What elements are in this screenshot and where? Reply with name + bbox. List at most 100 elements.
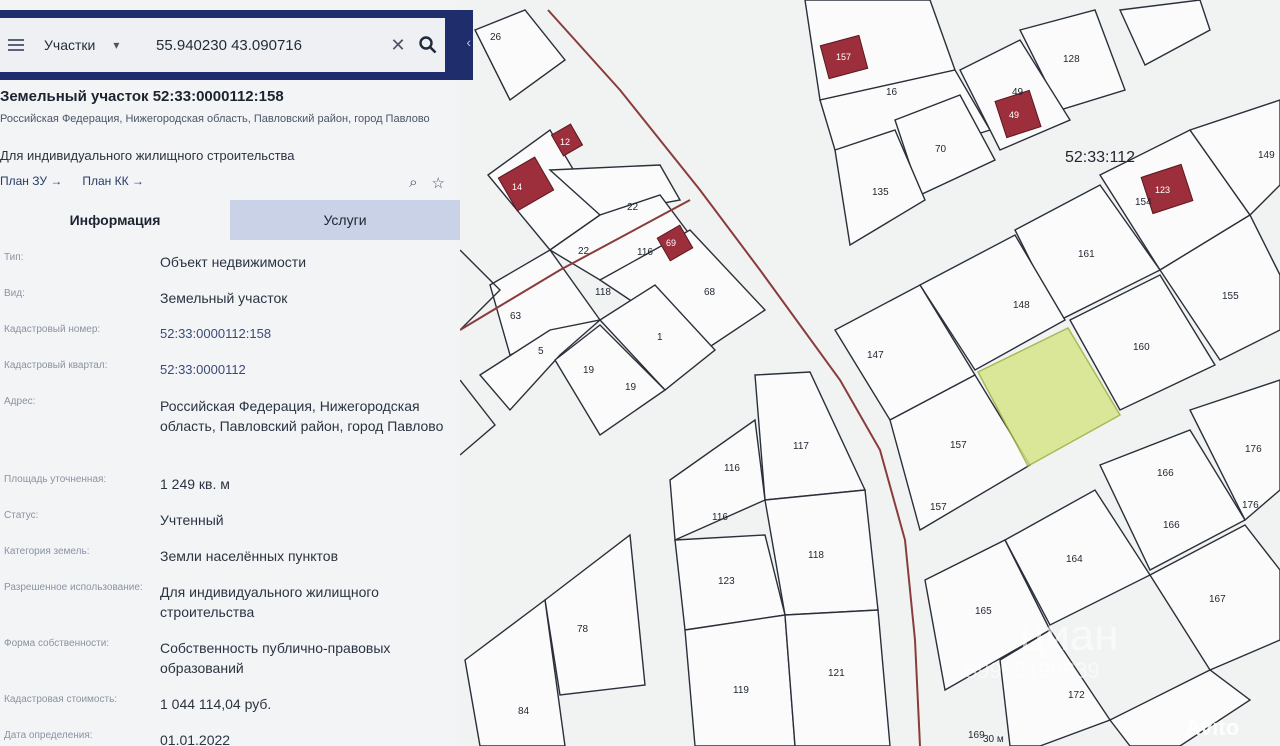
info-key: Статус: [4, 510, 39, 521]
layer-select[interactable]: Участки ▾ [32, 37, 150, 53]
parcel-label: 172 [1068, 690, 1085, 701]
building-label: 14 [512, 182, 522, 192]
info-panel: Участки ▾ 55.940230 43.090716 ✕ ‹ Земель… [0, 0, 473, 746]
parcel-label: 78 [577, 624, 589, 635]
info-value-link[interactable]: 52:33:0000112:158 [160, 324, 450, 344]
chevron-down-icon: ▾ [113, 38, 120, 52]
parcel-label: 161 [1078, 249, 1095, 260]
parcel-label: 5 [538, 346, 544, 357]
search-icon[interactable] [411, 18, 445, 72]
info-value: 01.01.2022 [160, 732, 231, 746]
info-key: Кадастровый номер: [4, 324, 101, 335]
parcel-label: 176 [1242, 500, 1259, 511]
parcel-label: 49 [1012, 87, 1024, 98]
parcel-label: 157 [950, 440, 967, 451]
parcel-label: 119 [733, 685, 749, 696]
parcel-label: 121 [828, 668, 845, 679]
parcel-label: 128 [1063, 54, 1080, 65]
quarter-label: 52:33:112 [1065, 149, 1135, 166]
parcel-label: 19 [583, 365, 595, 376]
info-value: Для индивидуального жилищного строительс… [160, 584, 379, 620]
parcel-label: 166 [1157, 468, 1174, 479]
parcel-label: 165 [975, 606, 992, 617]
parcel-label: 148 [1013, 300, 1030, 311]
info-value: Учтенный [160, 512, 224, 528]
parcel-label: 68 [704, 287, 716, 298]
parcel-label: 149 [1258, 150, 1275, 161]
info-value: Земли населённых пунктов [160, 548, 339, 564]
parcel-label: 118 [808, 550, 824, 561]
parcel-label: 167 [1209, 594, 1226, 605]
tabs: Информация Услуги [0, 200, 460, 240]
info-key: Кадастровый квартал: [4, 360, 108, 371]
parcel-label: 116 [712, 512, 728, 523]
zoom-to-icon[interactable]: ⌕ [409, 174, 417, 192]
map-parcel[interactable] [754, 371, 867, 501]
parcel-label: 63 [510, 311, 522, 322]
object-links: План ЗУ → План КК → ⌕ ☆ [0, 174, 445, 192]
info-value: Собственность публично-правовых образова… [160, 640, 391, 676]
parcel-label: 84 [518, 706, 530, 717]
building-label: 12 [560, 137, 570, 147]
info-key: Разрешенное использование: [4, 582, 143, 593]
search-box: Участки ▾ 55.940230 43.090716 ✕ [0, 18, 445, 72]
search-input[interactable]: 55.940230 43.090716 [150, 37, 385, 54]
info-value: Российская Федерация, Нижегородская обла… [160, 398, 444, 434]
building-label: 157 [836, 52, 851, 62]
info-key: Форма собственности: [4, 638, 110, 649]
info-value: Земельный участок [160, 290, 288, 306]
building-label: 123 [1155, 185, 1170, 195]
menu-icon[interactable] [0, 18, 32, 72]
parcel-label: 1 [657, 332, 663, 343]
watermark-phone: 89935199639 [965, 658, 1100, 683]
close-icon[interactable]: ✕ [385, 35, 411, 56]
parcel-label: 19 [625, 382, 637, 393]
parcel-label: 22 [578, 246, 590, 257]
info-value: Объект недвижимости [160, 254, 307, 270]
star-icon[interactable]: ☆ [432, 174, 445, 192]
map-parcel[interactable] [684, 614, 796, 746]
parcel-label: 135 [872, 187, 889, 198]
info-value: 1 249 кв. м [160, 476, 230, 492]
object-title: Земельный участок 52:33:0000112:158 [0, 88, 284, 105]
info-key: Кадастровая стоимость: [4, 694, 118, 705]
parcel-label: 26 [490, 32, 502, 43]
map-parcel[interactable] [474, 9, 567, 102]
parcel-label: 154 [1135, 197, 1152, 208]
parcel-label: 118 [595, 287, 611, 298]
object-address: Российская Федерация, Нижегородская обла… [0, 113, 430, 125]
building-label: 49 [1009, 110, 1019, 120]
info-key: Дата определения: [4, 730, 93, 741]
info-value: 1 044 114,04 руб. [160, 696, 272, 712]
info-key: Тип: [4, 252, 24, 263]
info-value-link[interactable]: 52:33:0000112 [160, 360, 450, 380]
parcel-label: 123 [718, 576, 735, 587]
map-parcel[interactable] [544, 533, 646, 696]
parcel-label: 147 [867, 350, 884, 361]
parcel-label: 116 [637, 247, 653, 258]
plan-kk-link[interactable]: План КК → [82, 174, 144, 192]
parcel-label: 155 [1222, 291, 1239, 302]
map-parcel[interactable] [1118, 0, 1211, 66]
parcel-label: 166 [1163, 520, 1180, 531]
parcel-label: 117 [793, 441, 809, 452]
info-key: Вид: [4, 288, 25, 299]
building-label: 69 [666, 238, 676, 248]
watermark-text: циан [1020, 611, 1119, 660]
parcel-label: 176 [1245, 444, 1262, 455]
tab-information[interactable]: Информация [0, 200, 230, 240]
avito-logo: Avito [1185, 715, 1239, 740]
parcel-label: 157 [930, 502, 947, 513]
search-bar: Участки ▾ 55.940230 43.090716 ✕ ‹ [0, 10, 473, 80]
parcel-label: 16 [886, 87, 898, 98]
parcel-label: 22 [627, 202, 639, 213]
tab-services[interactable]: Услуги [230, 200, 460, 240]
scale-label: 30 м [983, 734, 1004, 745]
parcel-label: 164 [1066, 554, 1083, 565]
info-key: Категория земель: [4, 546, 90, 557]
parcel-label: 160 [1133, 342, 1150, 353]
plan-zu-link[interactable]: План ЗУ → [0, 174, 62, 192]
chevron-left-icon[interactable]: ‹ [466, 34, 471, 50]
object-purpose: Для индивидуального жилищного строительс… [0, 148, 295, 163]
parcel-label: 70 [935, 144, 947, 155]
